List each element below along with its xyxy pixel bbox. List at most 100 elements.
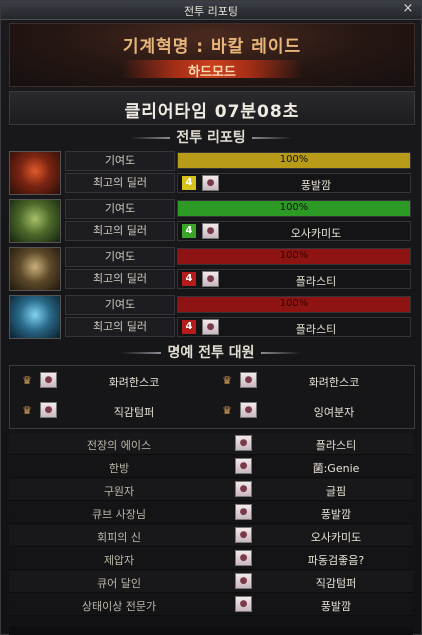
close-icon[interactable]: × [401, 2, 415, 16]
award-row: 상태이상 전문가 ● 풍발깜 [9, 594, 413, 616]
difficulty-banner: 하드모드 [122, 60, 302, 80]
avatar: ● [235, 435, 252, 451]
best-dealer-label: 최고의 딜러 [65, 221, 175, 241]
party-row-2: 기여도 최고의 딜러 100% 4 ● 오사카미도 [9, 199, 413, 243]
contribution-value: 100% [279, 202, 309, 213]
award-winner[interactable]: 플라스티 [259, 437, 413, 453]
award-winner[interactable]: 오사카미도 [259, 529, 413, 545]
avatar: ● [235, 504, 252, 520]
avatar: ● [235, 527, 252, 543]
crown-icon: ♛ [22, 404, 32, 417]
dealer-name: 플라스티 [295, 275, 337, 288]
crown-icon: ♛ [222, 404, 232, 417]
party-row-1: 기여도 최고의 딜러 100% 4 ● 풍발깜 [9, 151, 413, 195]
contribution-value: 100% [279, 250, 309, 261]
avatar: ● [40, 372, 57, 388]
divider-right [260, 352, 301, 354]
avatar: ● [202, 223, 219, 239]
divider-right [251, 137, 292, 139]
honor-section-title: 명예 전투 대원 [167, 345, 255, 361]
best-dealer-label: 최고의 딜러 [65, 317, 175, 337]
avatar: ● [235, 550, 252, 566]
title-bar[interactable]: 전투 리포팅 × [1, 1, 421, 20]
avatar: ● [40, 402, 57, 418]
award-winner[interactable]: 풍발깜 [259, 598, 413, 614]
avatar: ● [202, 175, 219, 191]
honor-panel: ♛ ● 화려한스코 ♛ ● 화려한스코 ♛ ● 직감텀퍼 ♛ ● 잉여분자 [9, 365, 415, 429]
battle-report-window: 전투 리포팅 × 기계혁명 : 바칼 레이드 하드모드 클리어타임 07분08초… [0, 0, 422, 635]
avatar: ● [202, 271, 219, 287]
avatar: ● [240, 372, 257, 388]
award-winner[interactable]: 직감텀퍼 [259, 575, 413, 591]
raid-name: 기계혁명 : 바칼 레이드 [122, 37, 302, 57]
award-row: 큐어 달인 ● 직감텀퍼 [9, 571, 413, 593]
clear-time: 클리어타임 07분08초 [124, 102, 300, 122]
avatar: ● [202, 319, 219, 335]
honor-name: 직감텀퍼 [113, 406, 155, 419]
award-row: 제압자 ● 파동검좋음? [9, 548, 413, 570]
contribution-bar: 100% [177, 296, 411, 313]
award-winner[interactable]: 글핌 [259, 483, 413, 499]
award-winner[interactable]: 파동검좋음? [259, 552, 413, 568]
crown-icon: ♛ [222, 374, 232, 387]
contribution-bar: 100% [177, 152, 411, 169]
contribution-value: 100% [279, 154, 309, 165]
award-row: 구원자 ● 글핌 [9, 479, 413, 501]
job-icon: 4 [182, 224, 196, 238]
best-dealer-label: 최고의 딜러 [65, 173, 175, 193]
avatar: ● [240, 402, 257, 418]
award-title: 회피의 신 [97, 531, 141, 544]
party-row-4: 기여도 최고의 딜러 100% 4 ● 플라스티 [9, 295, 413, 339]
difficulty-label: 하드모드 [188, 65, 236, 80]
avatar: ● [235, 573, 252, 589]
honor-name: 화려한스코 [108, 376, 160, 389]
award-winner[interactable]: 菌:Genie [259, 460, 413, 476]
honor-member[interactable]: ♛ ● 잉여분자 [212, 398, 408, 424]
party-row-3: 기여도 최고의 딜러 100% 4 ● 플라스티 [9, 247, 413, 291]
award-row: 큐브 사장님 ● 풍발깜 [9, 502, 413, 524]
honor-member[interactable]: ♛ ● 직감텀퍼 [12, 398, 208, 424]
job-icon: 4 [182, 320, 196, 334]
best-dealer[interactable]: 4 ● 플라스티 [177, 269, 411, 289]
boss-portrait [9, 151, 61, 195]
avatar: ● [235, 596, 252, 612]
honor-member[interactable]: ♛ ● 화려한스코 [12, 368, 208, 394]
award-title: 한방 [108, 462, 130, 475]
boss-portrait [9, 247, 61, 291]
award-winner[interactable]: 풍발깜 [259, 506, 413, 522]
award-title: 전장의 에이스 [86, 439, 152, 452]
job-icon: 4 [182, 176, 196, 190]
window-footer [9, 627, 413, 635]
award-row: 회피의 신 ● 오사카미도 [9, 525, 413, 547]
award-title: 제압자 [103, 554, 135, 567]
best-dealer-label: 최고의 딜러 [65, 269, 175, 289]
award-title: 상태이상 전문가 [81, 600, 157, 613]
contribution-label: 기여도 [65, 151, 175, 171]
clear-time-panel: 클리어타임 07분08초 [9, 91, 415, 125]
contribution-label: 기여도 [65, 295, 175, 315]
best-dealer[interactable]: 4 ● 오사카미도 [177, 221, 411, 241]
award-title: 구원자 [103, 485, 135, 498]
dealer-name: 플라스티 [295, 323, 337, 336]
honor-member[interactable]: ♛ ● 화려한스코 [212, 368, 408, 394]
report-section-header: 전투 리포팅 [9, 127, 413, 147]
award-title: 큐브 사장님 [91, 508, 147, 521]
boss-portrait [9, 295, 61, 339]
crown-icon: ♛ [22, 374, 32, 387]
best-dealer[interactable]: 4 ● 풍발깜 [177, 173, 411, 193]
avatar: ● [235, 458, 252, 474]
contribution-bar: 100% [177, 248, 411, 265]
report-section-title: 전투 리포팅 [176, 130, 246, 146]
honor-name: 화려한스코 [308, 376, 360, 389]
job-icon: 4 [182, 272, 196, 286]
contribution-bar: 100% [177, 200, 411, 217]
contribution-value: 100% [279, 298, 309, 309]
divider-left [121, 352, 162, 354]
avatar: ● [235, 481, 252, 497]
contribution-label: 기여도 [65, 247, 175, 267]
best-dealer[interactable]: 4 ● 플라스티 [177, 317, 411, 337]
honor-section-header: 명예 전투 대원 [9, 342, 413, 362]
raid-header: 기계혁명 : 바칼 레이드 하드모드 [9, 23, 415, 87]
divider-left [130, 137, 171, 139]
honor-name: 잉여분자 [313, 406, 355, 419]
